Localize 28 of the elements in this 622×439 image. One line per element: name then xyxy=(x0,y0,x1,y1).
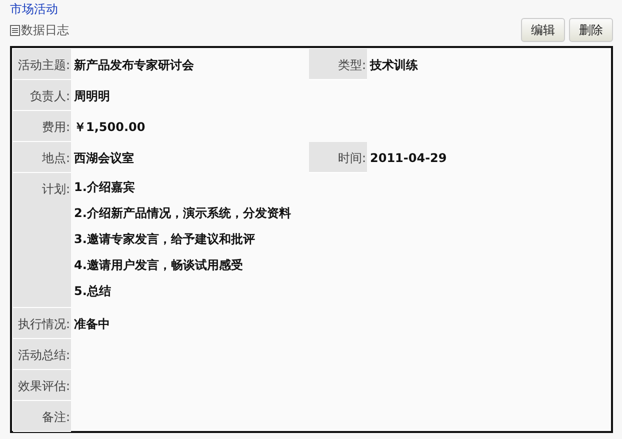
plan-item: 5.总结 xyxy=(74,283,112,300)
field-value: ￥1,500.00 xyxy=(73,119,146,136)
field-value: 周明明 xyxy=(73,88,110,105)
field-value: 2011-04-29 xyxy=(369,150,447,167)
field-label: 执行情况: xyxy=(13,308,71,339)
field-label: 效果评估: xyxy=(13,370,71,401)
field-label: 活动总结: xyxy=(13,339,71,370)
page-title: 市场活动 xyxy=(10,1,58,17)
plan-item: 3.邀请专家发言，给予建议和批评 xyxy=(74,231,256,248)
delete-button[interactable]: 删除 xyxy=(569,18,613,42)
field-label: 活动主题: xyxy=(13,49,71,80)
field-label: 费用: xyxy=(13,111,71,142)
edit-button[interactable]: 编辑 xyxy=(521,18,565,42)
field-label: 计划: xyxy=(13,173,71,308)
document-icon xyxy=(10,24,20,36)
field-label: 负责人: xyxy=(13,80,71,111)
field-label: 地点: xyxy=(13,142,71,173)
log-link[interactable]: 数据日志 xyxy=(21,21,69,39)
plan-item: 2.介绍新产品情况，演示系统，分发资料 xyxy=(74,205,291,222)
field-value: 新产品发布专家研讨会 xyxy=(73,57,195,74)
field-label: 时间: xyxy=(309,142,367,173)
field-label: 类型: xyxy=(309,49,367,80)
field-label: 备注: xyxy=(13,401,71,432)
field-value: 准备中 xyxy=(73,316,110,333)
field-value: 技术训练 xyxy=(368,57,418,74)
field-value: 西湖会议室 xyxy=(73,150,135,167)
plan-item: 1.介绍嘉宾 xyxy=(74,179,136,196)
plan-item: 4.邀请用户发言，畅谈试用感受 xyxy=(74,257,244,274)
